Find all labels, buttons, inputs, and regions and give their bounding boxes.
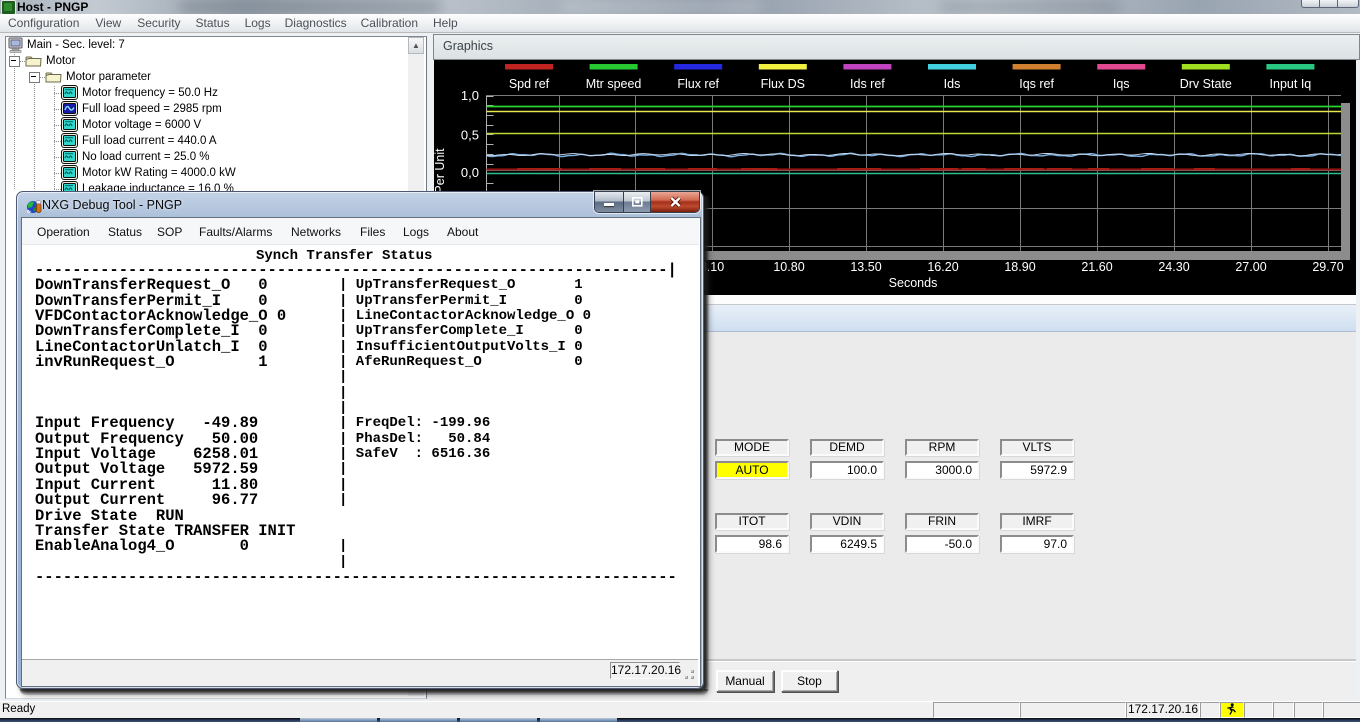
svg-text:24.30: 24.30 — [1158, 260, 1189, 274]
svg-text:Ids: Ids — [944, 77, 961, 91]
svg-text:16.20: 16.20 — [927, 260, 958, 274]
svg-text:0,0: 0,0 — [461, 165, 479, 180]
svg-text:Ids ref: Ids ref — [850, 77, 885, 91]
svg-text:Flux DS: Flux DS — [761, 77, 805, 91]
svg-text:Input Iq: Input Iq — [1270, 77, 1312, 91]
svg-text:Drv State: Drv State — [1180, 77, 1232, 91]
svg-text:1,0: 1,0 — [461, 88, 479, 103]
svg-text:Flux ref: Flux ref — [677, 77, 719, 91]
svg-text:29.70: 29.70 — [1312, 260, 1343, 274]
svg-text:27.00: 27.00 — [1235, 260, 1266, 274]
svg-text:21.60: 21.60 — [1081, 260, 1112, 274]
svg-text:Iqs: Iqs — [1113, 77, 1130, 91]
svg-text:10.80: 10.80 — [773, 260, 804, 274]
svg-text:18.90: 18.90 — [1004, 260, 1035, 274]
svg-text:0,5: 0,5 — [461, 127, 479, 142]
svg-text:Spd ref: Spd ref — [509, 77, 550, 91]
svg-text:Per Unit: Per Unit — [434, 148, 447, 194]
svg-text:Iqs ref: Iqs ref — [1019, 77, 1054, 91]
svg-text:13.50: 13.50 — [850, 260, 881, 274]
svg-text:Seconds: Seconds — [889, 276, 938, 290]
svg-text:Mtr speed: Mtr speed — [586, 77, 642, 91]
